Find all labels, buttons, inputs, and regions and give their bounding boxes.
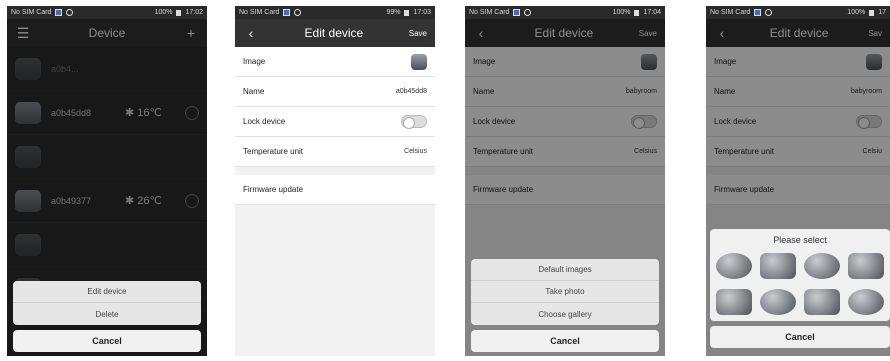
- cancel-button[interactable]: Cancel: [471, 330, 659, 352]
- notification-icon: [55, 9, 63, 16]
- sync-icon: [294, 9, 302, 16]
- edit-device-image-source-screen: No SIM Card 100% 17:04 ‹ Edit device Sav…: [465, 6, 665, 356]
- time-text: 17:03: [413, 9, 431, 16]
- image-option[interactable]: [760, 253, 796, 279]
- default-images-button[interactable]: Default images: [471, 259, 659, 281]
- battery-icon: [634, 9, 640, 16]
- status-bar: No SIM Card 99% 17:03: [235, 6, 435, 19]
- carrier-text: No SIM Card: [11, 9, 52, 16]
- page-title: Edit device: [304, 26, 364, 40]
- image-option[interactable]: [716, 253, 752, 279]
- device-list-screen: No SIM Card 100% 17:02 ☰ Device + a0b4..…: [7, 6, 207, 356]
- delete-button[interactable]: Delete: [13, 303, 201, 325]
- firmware-update-row[interactable]: Firmware update: [235, 175, 435, 205]
- device-image-icon: [411, 53, 427, 70]
- image-option[interactable]: [760, 289, 796, 315]
- temperature-unit-row[interactable]: Temperature unit Celsius: [235, 137, 435, 167]
- image-row[interactable]: Image: [235, 47, 435, 77]
- sync-icon: [524, 9, 532, 16]
- image-option[interactable]: [804, 289, 840, 315]
- image-grid-box: Please select: [710, 229, 890, 321]
- battery-icon: [404, 9, 410, 16]
- status-bar: No SIM Card 100% 17:02: [7, 6, 207, 19]
- firmware-update-label: Firmware update: [243, 185, 304, 194]
- carrier-text: No SIM Card: [239, 9, 280, 16]
- edit-device-button[interactable]: Edit device: [13, 281, 201, 303]
- time-text: 17:04: [643, 9, 661, 16]
- take-photo-button[interactable]: Take photo: [471, 281, 659, 303]
- notification-icon: [754, 9, 762, 16]
- temperature-unit-value: Celsius: [404, 148, 427, 155]
- battery-icon: [869, 9, 875, 16]
- picker-title: Please select: [773, 235, 827, 245]
- save-button[interactable]: Save: [409, 29, 427, 38]
- image-source-sheet: Default images Take photo Choose gallery…: [471, 259, 659, 352]
- edit-device-image-picker-screen: No SIM Card 100% 17 ‹ Edit device Sav Im…: [706, 6, 890, 356]
- lock-toggle[interactable]: [401, 115, 427, 129]
- lock-row: Lock device: [235, 107, 435, 137]
- image-option[interactable]: [804, 253, 840, 279]
- battery-text: 100%: [847, 9, 866, 16]
- name-row[interactable]: Name a0b45dd8: [235, 77, 435, 107]
- image-option[interactable]: [716, 289, 752, 315]
- status-bar: No SIM Card 100% 17:04: [465, 6, 665, 19]
- image-option[interactable]: [848, 289, 884, 315]
- nav-bar: ‹ Edit device Save: [235, 19, 435, 47]
- time-text: 17: [878, 9, 886, 16]
- battery-text: 100%: [612, 9, 631, 16]
- image-option[interactable]: [848, 253, 884, 279]
- lock-label: Lock device: [243, 117, 286, 126]
- image-grid: [716, 253, 884, 315]
- edit-form: Image Name a0b45dd8 Lock device Temperat…: [235, 47, 435, 356]
- notification-icon: [283, 9, 291, 16]
- battery-text: 100%: [154, 9, 173, 16]
- back-icon[interactable]: ‹: [243, 25, 259, 41]
- sync-icon: [66, 9, 74, 16]
- cancel-button[interactable]: Cancel: [710, 326, 890, 348]
- status-bar: No SIM Card 100% 17: [706, 6, 890, 19]
- name-label: Name: [243, 87, 265, 96]
- action-sheet: Edit device Delete Cancel: [13, 281, 201, 352]
- carrier-text: No SIM Card: [469, 9, 510, 16]
- carrier-text: No SIM Card: [710, 9, 751, 16]
- action-group: Edit device Delete: [13, 281, 201, 325]
- notification-icon: [513, 9, 521, 16]
- image-label: Image: [243, 57, 266, 66]
- temperature-unit-label: Temperature unit: [243, 147, 304, 156]
- image-picker-sheet: Please select Cancel: [710, 229, 890, 348]
- sync-icon: [765, 9, 773, 16]
- battery-text: 99%: [386, 9, 401, 16]
- battery-icon: [176, 9, 182, 16]
- time-text: 17:02: [185, 9, 203, 16]
- edit-device-screen: No SIM Card 99% 17:03 ‹ Edit device Save…: [235, 6, 435, 356]
- name-value: a0b45dd8: [395, 88, 427, 95]
- cancel-button[interactable]: Cancel: [13, 330, 201, 352]
- action-group: Default images Take photo Choose gallery: [471, 259, 659, 325]
- choose-gallery-button[interactable]: Choose gallery: [471, 303, 659, 325]
